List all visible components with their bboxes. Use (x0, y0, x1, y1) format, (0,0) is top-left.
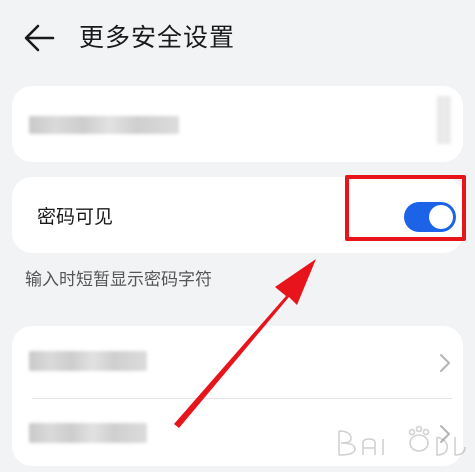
baidu-watermark-icon (338, 425, 466, 456)
annotation-arrow (174, 259, 316, 428)
